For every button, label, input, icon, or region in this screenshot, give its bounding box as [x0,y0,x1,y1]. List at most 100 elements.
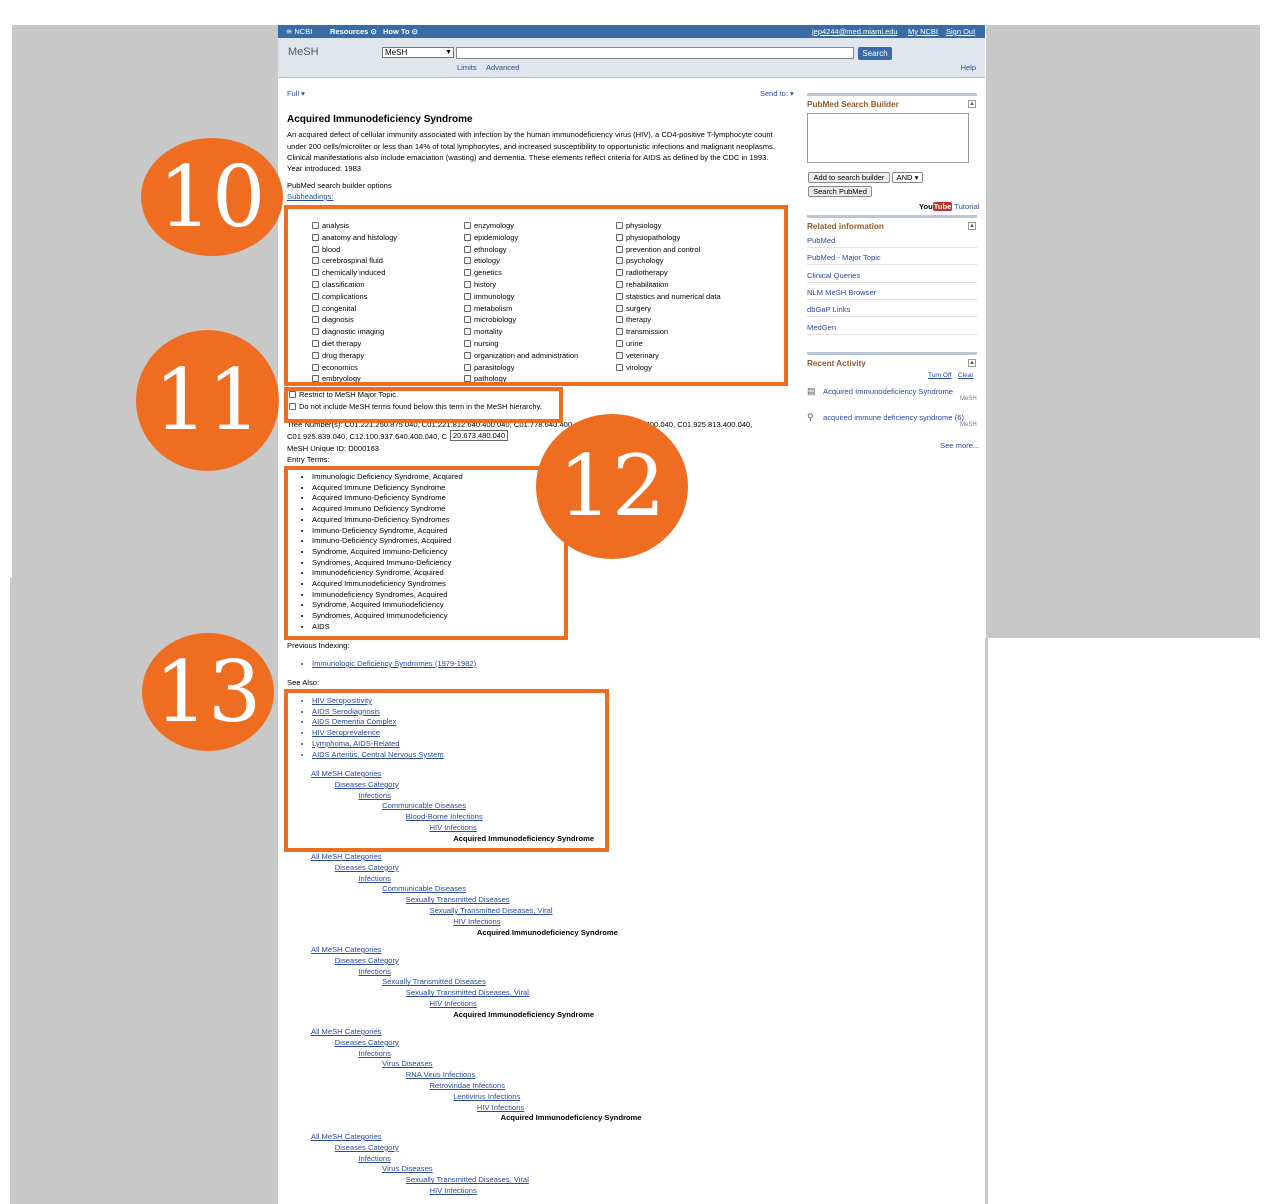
tree-current-term: Acquired Immunodeficiency Syndrome [500,1113,642,1123]
advanced-link[interactable]: Advanced [486,63,519,72]
tree-node-link[interactable]: Sexually Transmitted Diseases, Viral [406,1175,529,1184]
see-more-link[interactable]: See more... [940,441,979,450]
tree-node-link[interactable]: Lentivirus Infections [453,1092,520,1101]
tree-node-link[interactable]: Diseases Category [335,863,399,872]
background-margin [986,25,1260,638]
ncbi-topbar: ≋ NCBI Resources ⊙ How To ⊙ jep4244@med.… [278,25,985,38]
chevron-down-icon: ▼ [445,49,452,56]
tree-node-link[interactable]: Virus Diseases [382,1059,433,1068]
chevron-down-icon: ⊙ [370,27,377,36]
sidebar-separator [807,281,977,283]
operator-value: AND [896,173,913,182]
tree-node-link[interactable]: Sexually Transmitted Diseases, Viral [430,906,553,915]
previous-indexing-label: Previous Indexing: [287,641,350,650]
step-badge-12: 12 [536,414,688,559]
format-menu[interactable]: Full ▾ [287,89,305,98]
tree-node-link[interactable]: Sexually Transmitted Diseases [382,977,486,986]
tree-node-link[interactable]: Diseases Category [335,1143,399,1152]
help-link[interactable]: Help [961,63,976,72]
search-builder-title: PubMed Search Builder [807,100,899,109]
highlight-see-also [284,689,609,852]
recent-item-tag: MeSH [960,422,977,428]
related-link[interactable]: dbGaP Links [807,305,850,314]
tree-node-link[interactable]: Infections [358,1154,391,1163]
tree-node-link[interactable]: Infections [358,874,391,883]
search-builder-textarea[interactable] [807,113,969,163]
highlight-subheadings [284,205,788,386]
collapse-icon[interactable]: ▲ [968,359,976,367]
tree-node-link[interactable]: Retroviridae Infections [430,1081,506,1090]
subheadings-link[interactable]: Subheadings: [287,192,333,201]
related-link[interactable]: MedGen [807,323,836,332]
recent-item-tag: MeSH [960,396,977,402]
mesh-unique-id: MeSH Unique ID: D000163 [287,444,380,453]
tree-node-link[interactable]: Virus Diseases [382,1164,433,1173]
sidebar-separator [807,264,977,266]
add-to-builder-button[interactable]: Add to search builder [808,172,890,183]
tree-node-link[interactable]: Sexually Transmitted Diseases, Viral [406,988,529,997]
tree-node-link[interactable]: Infections [358,967,391,976]
builder-options-label: PubMed search builder options [287,181,392,190]
sign-out-link[interactable]: Sign Out [946,27,975,36]
tree-current-term: Acquired Immunodeficiency Syndrome [476,927,618,937]
related-link[interactable]: PubMed - Major Topic [807,253,881,262]
tree-node-link[interactable]: Communicable Diseases [382,884,466,893]
previous-indexing-link[interactable]: Immunologic Deficiency Syndromes (1979-1… [312,659,476,670]
collapse-icon[interactable]: ▲ [968,100,976,108]
tree-node-link[interactable]: All MeSH Categories [311,1027,381,1036]
related-link[interactable]: PubMed [807,236,835,245]
resources-menu[interactable]: Resources ⊙ [330,27,377,36]
recent-activity-title: Recent Activity [807,359,866,368]
screenshot-stage: ≋ NCBI Resources ⊙ How To ⊙ jep4244@med.… [0,0,1275,1204]
sidebar-separator [807,247,977,248]
tree-node-link[interactable]: HIV Infections [453,917,500,926]
step-badge-13: 13 [142,633,274,751]
database-select[interactable]: MeSH ▼ [382,47,454,58]
tooltip: 20.673.480.040 [450,430,509,441]
recent-item[interactable]: Acquired Immunodeficiency Syndrome [823,387,953,396]
tutorial-label: Tutorial [954,202,980,211]
clear-link[interactable]: Clear [958,372,974,379]
user-account-link[interactable]: jep4244@med.miami.edu [812,27,898,36]
step-badge-11: 11 [136,330,279,471]
tree-node-link[interactable]: RNA Virus Infections [406,1070,476,1079]
related-link[interactable]: NLM MeSH Browser [807,288,876,297]
search-icon: ⚲ [807,412,814,422]
tree-node-link[interactable]: Infections [358,1049,391,1058]
youtube-logo-icon: Tube [932,202,953,211]
collapse-icon[interactable]: ▲ [968,222,976,230]
operator-select[interactable]: AND ▾ [892,172,923,183]
recent-item[interactable]: acquired immune deficiency syndrome (6) [823,413,964,422]
tree-node-link[interactable]: Sexually Transmitted Diseases [406,895,510,904]
send-to-label: Send to: [760,89,788,98]
record-title: Acquired Immunodeficiency Syndrome [287,114,473,125]
search-button[interactable]: Search [858,47,892,60]
tree-node-link[interactable]: HIV Infections [477,1103,524,1112]
search-pubmed-button[interactable]: Search PubMed [808,186,872,197]
turn-off-link[interactable]: Turn Off [928,372,951,379]
tree-node-link[interactable]: Diseases Category [335,1038,399,1047]
year-introduced: Year introduced: 1983 [287,164,362,173]
previous-indexing-list: Immunologic Deficiency Syndromes (1979-1… [298,659,476,670]
send-to-menu[interactable]: Send to: ▾ [760,89,794,98]
tree-node-link[interactable]: All MeSH Categories [311,852,381,861]
resources-label: Resources [330,27,369,36]
tree-node-link[interactable]: Diseases Category [335,956,399,965]
tree-numbers-line2: C01.925.839.040, C12.100.937.640.400.040… [287,432,448,441]
youtube-tutorial-link[interactable]: YouTube Tutorial [919,202,979,211]
howto-menu[interactable]: How To ⊙ [383,27,418,36]
document-icon: ▤ [807,386,816,396]
ncbi-logo[interactable]: ≋ NCBI [286,27,312,36]
highlight-restrict-options [284,387,563,423]
limits-link[interactable]: Limits [457,63,477,72]
my-ncbi-link[interactable]: My NCBI [908,27,938,36]
tree-node-link[interactable]: All MeSH Categories [311,1132,381,1141]
tree-node-link[interactable]: All MeSH Categories [311,945,381,954]
see-also-label: See Also: [287,678,320,687]
search-input[interactable] [456,47,854,59]
related-link[interactable]: Clinical Queries [807,271,860,280]
tree-node-link[interactable]: HIV Infections [430,1186,477,1195]
background-margin [12,25,278,578]
sidebar-separator [807,333,977,335]
tree-node-link[interactable]: HIV Infections [430,999,477,1008]
